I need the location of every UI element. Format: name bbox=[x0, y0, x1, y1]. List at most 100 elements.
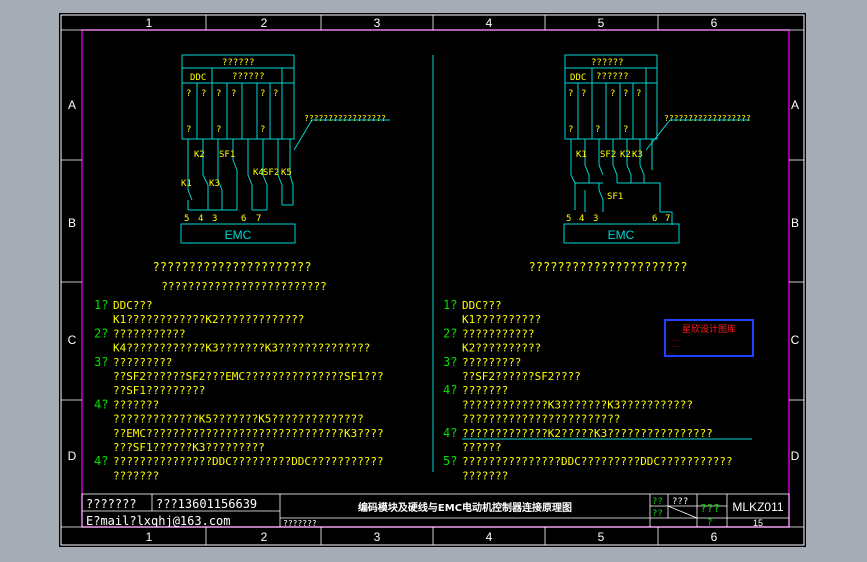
right-box-label: ?????? bbox=[596, 72, 629, 82]
col-label-2-bottom: 2 bbox=[261, 530, 268, 544]
note-text: ???????????????DDC?????????DDC??????????… bbox=[113, 455, 384, 468]
title-block-f4: ??? bbox=[700, 502, 720, 515]
title-block-f2: ?? bbox=[652, 509, 663, 519]
note-number: 2? bbox=[94, 326, 108, 340]
col-label-3: 3 bbox=[374, 16, 381, 30]
right-callout-text: ?????????????????? bbox=[664, 114, 751, 123]
col-label-3-bottom: 3 bbox=[374, 530, 381, 544]
note-text: ?????????????K2?????K3???????????????? bbox=[462, 427, 713, 440]
left-emc-label: EMC bbox=[225, 228, 252, 242]
note-text: ??EMC??????????????????????????????K3???… bbox=[113, 427, 384, 440]
left-k2-label: K2 bbox=[194, 150, 205, 160]
note-number: 2? bbox=[443, 326, 457, 340]
left-cell: ? bbox=[273, 89, 278, 99]
note-text: ?????? bbox=[462, 441, 502, 454]
col-label-2: 2 bbox=[261, 16, 268, 30]
note-number: 1? bbox=[443, 298, 457, 312]
right-cell: ? bbox=[623, 89, 628, 99]
designer-stamp: 星欣设计图库 …… …… …… bbox=[664, 319, 754, 357]
note-text: ???????????????????????? bbox=[462, 413, 620, 426]
left-cell: ? bbox=[260, 125, 265, 135]
title-block-phone: ???13601156639 bbox=[156, 497, 257, 511]
note-text: ??SF2??????SF2???? bbox=[462, 370, 581, 383]
note-text: ???SF1??????K3????????? bbox=[113, 441, 265, 454]
note-text: K1????????????K2????????????? bbox=[113, 313, 304, 326]
stamp-line2: …… bbox=[672, 343, 682, 349]
note-text: DDC??? bbox=[462, 299, 502, 312]
stamp-title: 星欣设计图库 bbox=[682, 323, 736, 335]
right-sf2-label: SF2 bbox=[600, 150, 616, 160]
note-number: 4? bbox=[94, 454, 108, 468]
col-label-1-bottom: 1 bbox=[146, 530, 153, 544]
left-ddc-label: DDC bbox=[190, 73, 206, 83]
title-block-label1: ??????? bbox=[86, 497, 137, 511]
title-block-f5: ? bbox=[707, 518, 712, 528]
right-cell: ? bbox=[623, 125, 628, 135]
right-term: 4 bbox=[579, 214, 584, 224]
right-term: 7 bbox=[665, 214, 670, 224]
right-cell: ? bbox=[568, 89, 573, 99]
right-sf1-label: SF1 bbox=[607, 192, 623, 202]
note-text: ?????????????K5???????K5?????????????? bbox=[113, 413, 364, 426]
note-number: 4? bbox=[443, 426, 457, 440]
col-label-1: 1 bbox=[146, 16, 153, 30]
left-cell: ? bbox=[260, 89, 265, 99]
left-cell: ? bbox=[216, 125, 221, 135]
note-text: K2?????????? bbox=[462, 342, 541, 355]
right-cell: ? bbox=[595, 125, 600, 135]
note-text: ??????? bbox=[113, 469, 159, 482]
right-k1-label: K1 bbox=[576, 150, 587, 160]
right-term: 3 bbox=[593, 214, 598, 224]
left-term: 7 bbox=[256, 214, 261, 224]
left-cell: ? bbox=[186, 89, 191, 99]
right-ddc-label: DDC bbox=[570, 73, 586, 83]
left-cell: ? bbox=[201, 89, 206, 99]
row-label-a: A bbox=[68, 98, 76, 112]
note-text: ??????? bbox=[113, 398, 159, 411]
col-label-6-bottom: 6 bbox=[711, 530, 718, 544]
left-k1-label: K1 bbox=[181, 179, 192, 189]
left-k3-label: K3 bbox=[209, 179, 220, 189]
note-text: K1?????????? bbox=[462, 313, 541, 326]
right-emc-label: EMC bbox=[608, 228, 635, 242]
note-number: 3? bbox=[443, 355, 457, 369]
left-title-line1: ?????????????????????? bbox=[153, 260, 312, 274]
row-label-b-right: B bbox=[791, 216, 799, 230]
row-label-a-right: A bbox=[791, 98, 799, 112]
row-label-d-right: D bbox=[791, 449, 800, 463]
sheet-number: 15 bbox=[753, 518, 763, 528]
right-cell: ? bbox=[581, 89, 586, 99]
note-text: ??SF2??????SF2???EMC???????????????SF1??… bbox=[113, 370, 384, 383]
note-text: DDC??? bbox=[113, 299, 153, 312]
right-k2-label: K2 bbox=[620, 150, 631, 160]
title-block-f1: ?? bbox=[652, 497, 663, 507]
left-box-label: ?????? bbox=[232, 72, 265, 82]
left-cell: ? bbox=[216, 89, 221, 99]
title-block-email: E?mail?lxqhj@163.com bbox=[86, 514, 231, 528]
title-block-label2: ??????? bbox=[283, 519, 317, 528]
note-text: K4????????????K3???????K3?????????????? bbox=[113, 342, 370, 355]
note-text: ??????????? bbox=[462, 327, 535, 340]
left-title-line2: ????????????????????????? bbox=[161, 280, 327, 293]
row-label-d: D bbox=[68, 449, 77, 463]
note-number: 4? bbox=[94, 397, 108, 411]
note-number: 1? bbox=[94, 298, 108, 312]
left-sf1-label: SF1 bbox=[219, 150, 235, 160]
left-term: 5 bbox=[184, 214, 189, 224]
note-text: ????????? bbox=[113, 356, 172, 369]
drawing-title: 编码模块及硬线与EMC电动机控制器连接原理图 bbox=[358, 501, 572, 514]
left-sf2-label: SF2 bbox=[263, 168, 279, 178]
note-text: ??SF1????????? bbox=[113, 384, 205, 397]
right-cell: ? bbox=[568, 125, 573, 135]
left-module-header: ?????? bbox=[222, 58, 255, 68]
left-term: 3 bbox=[212, 214, 217, 224]
note-text: ??????? bbox=[462, 469, 508, 482]
left-term: 4 bbox=[198, 214, 203, 224]
left-callout-text: ????????????????? bbox=[304, 114, 386, 123]
col-label-4: 4 bbox=[486, 16, 493, 30]
col-label-5: 5 bbox=[598, 16, 605, 30]
right-title-line1: ?????????????????????? bbox=[529, 260, 688, 274]
right-cell: ? bbox=[610, 89, 615, 99]
drawing-sheet: 1 2 3 4 5 6 1 2 3 4 5 6 A B C D A B C D … bbox=[59, 13, 806, 547]
note-text: ?????????????K3???????K3??????????? bbox=[462, 398, 693, 411]
